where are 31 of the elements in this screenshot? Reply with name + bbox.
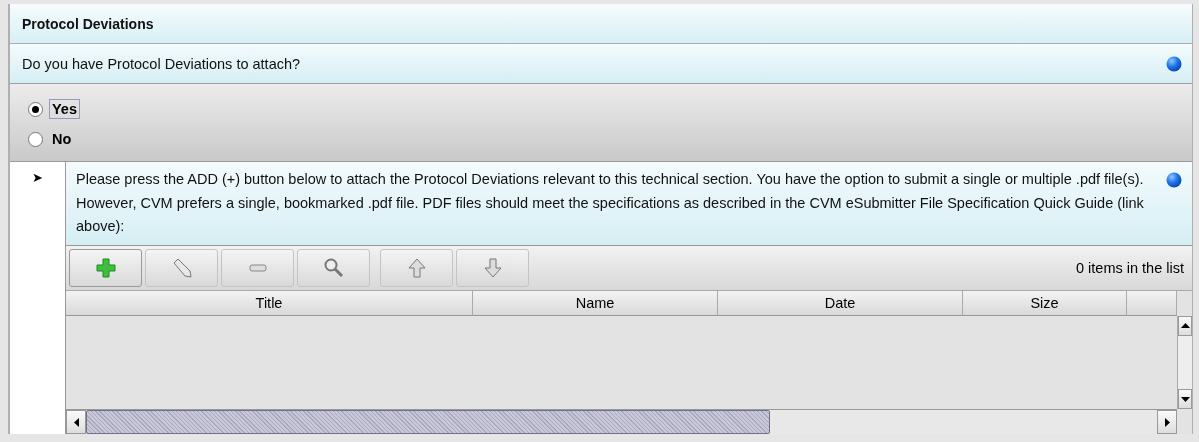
- question-text: Do you have Protocol Deviations to attach?: [22, 55, 301, 72]
- horizontal-scrollbar[interactable]: [66, 409, 1177, 434]
- right-arrow-icon[interactable]: [1164, 417, 1170, 427]
- instructions-text: Please press the ADD (+) button below to attach the Protocol Deviations relevant to this technical section. You have the option to submit a single or multiple .pdf file(s). However, CVM prefers a single, bookmarked .pdf file. PDF files should meet the specifications as described in the CVM eSubmitter File Specification Quick Guide (link above):: [76, 170, 1145, 236]
- item-count: 0 items in the list: [1076, 259, 1184, 276]
- column-header[interactable]: Size: [963, 290, 1127, 316]
- toolbar-button[interactable]: [297, 248, 370, 287]
- info-icon: [1166, 172, 1182, 188]
- radio-option[interactable]: Yes: [28, 94, 84, 124]
- up-arrow-icon: [405, 256, 428, 279]
- column-header[interactable]: Title: [66, 290, 473, 316]
- info-icon: [1166, 55, 1182, 72]
- expand-marker: ➤: [32, 170, 43, 186]
- toolbar-button[interactable]: [221, 248, 294, 287]
- section-title: Protocol Deviations: [10, 4, 1192, 44]
- toolbar-button[interactable]: [380, 248, 453, 287]
- scrollbar-thumb[interactable]: [86, 410, 770, 434]
- column-header[interactable]: Date: [718, 290, 963, 316]
- left-arrow-icon[interactable]: [73, 417, 79, 427]
- radio-button[interactable]: [28, 101, 43, 117]
- down-arrow-icon: [481, 256, 504, 279]
- toolbar-button[interactable]: [69, 248, 142, 287]
- add-icon: [94, 256, 117, 279]
- down-arrow-icon[interactable]: [1180, 396, 1190, 402]
- radio-option[interactable]: No: [28, 124, 79, 154]
- up-arrow-icon[interactable]: [1180, 323, 1190, 328]
- radio-button[interactable]: [28, 131, 43, 147]
- toolbar-button[interactable]: [456, 248, 529, 287]
- vertical-scrollbar[interactable]: [1177, 315, 1192, 409]
- column-header[interactable]: Name: [473, 290, 718, 316]
- search-icon: [322, 256, 345, 279]
